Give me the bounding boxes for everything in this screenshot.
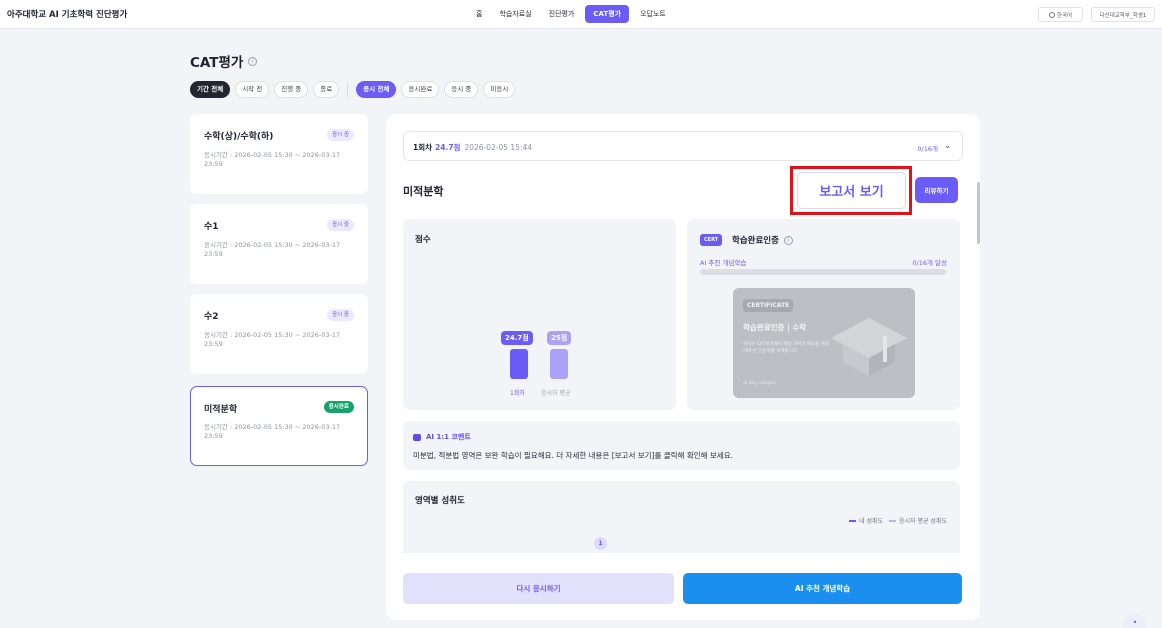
chart-legend: 내 성취도 응시자 평균 성취도: [843, 516, 947, 525]
legend-avg-label: 응시자 평균 성취도: [899, 518, 947, 525]
robot-icon: [413, 433, 421, 441]
certificate-card: CERTIFICATE 학습완료인증 | 수학 귀하는 CAT평가에서 해당 과…: [733, 288, 915, 398]
filter-period-ended[interactable]: 종료: [313, 81, 340, 98]
exam-name: 수2: [204, 312, 219, 322]
user-menu-button[interactable]: 다산대교학부_학생1: [1091, 7, 1155, 22]
exam-card-selected[interactable]: 미적분학 응시완료 응시기간 : 2026-02-05 15:30 ~ 2026…: [190, 386, 368, 466]
avg-score-bar: [550, 349, 568, 379]
legend-line-avg: [889, 519, 897, 522]
cert-title-text: 학습완료인증: [732, 236, 779, 246]
brand-title[interactable]: 아주대학교 AI 기초학력 진단평가: [7, 8, 127, 20]
review-button[interactable]: 리뷰하기: [915, 177, 958, 203]
certification-panel: CERT 학습완료인증 i AI 추천 개념학습 0/16개 달성 CERTIF…: [687, 219, 960, 410]
info-icon[interactable]: i: [248, 56, 258, 66]
legend-mine-label: 내 성취도: [859, 518, 884, 525]
my-score-category: 1회차: [510, 390, 525, 397]
round-label: 1회차 24.7점 2026-02-05 15:44: [413, 142, 532, 153]
ai-study-button[interactable]: AI 추천 개념학습: [683, 573, 962, 604]
avg-score-label: 25점: [547, 331, 572, 345]
nav-diagnostic[interactable]: 진단평가: [543, 5, 581, 23]
certificate-brand: ai day campus: [743, 381, 776, 386]
score-panel: 점수 24.7점 25점 1회차 응시자 평균: [403, 219, 676, 410]
exam-card[interactable]: 수1 응시 중 응시기간 : 2026-02-05 15:30 ~ 2026-0…: [190, 204, 368, 284]
area-achievement-heading: 영역별 성취도: [415, 496, 465, 506]
status-badge: 응시 중: [327, 129, 354, 141]
exam-period: 응시기간 : 2026-02-05 15:30 ~ 2026-03-17 23:…: [204, 241, 341, 258]
my-score-label: 24.7점: [501, 331, 533, 345]
filter-divider: [347, 82, 349, 97]
subject-title: 미적분학: [403, 185, 444, 198]
globe-icon: [1048, 11, 1055, 18]
filter-period-before[interactable]: 시작 전: [235, 81, 270, 98]
floating-help-button[interactable]: •: [1123, 614, 1147, 628]
status-badge: 응시완료: [323, 401, 354, 413]
exam-period: 응시기간 : 2026-02-05 15:30 ~ 2026-03-17 23:…: [204, 423, 341, 440]
avg-score-category: 응시자 평균: [541, 390, 571, 397]
exam-detail-panel: 1회차 24.7점 2026-02-05 15:44 0/16개 ⌄ 미적분학 …: [386, 114, 980, 620]
exam-card[interactable]: 수학(상)/수학(하) 응시 중 응시기간 : 2026-02-05 15:30…: [190, 114, 368, 194]
exam-name: 수1: [204, 222, 219, 232]
page-title-text: CAT평가: [190, 55, 244, 71]
graduation-cap-icon: [831, 318, 907, 376]
page-title: CAT평가 i: [190, 51, 258, 71]
retake-button[interactable]: 다시 응시하기: [403, 573, 674, 604]
filter-status-not-taken[interactable]: 미응시: [483, 81, 516, 98]
legend-avg: 응시자 평균 성취도: [889, 516, 947, 525]
exam-name: 수학(상)/수학(하): [204, 132, 274, 142]
top-header: 아주대학교 AI 기초학력 진단평가 홈 학습자료실 진단평가 CAT평가 오답…: [0, 0, 1162, 29]
exam-card[interactable]: 수2 응시 중 응시기간 : 2026-02-05 15:30 ~ 2026-0…: [190, 294, 368, 374]
filter-bar: 기간 전체 시작 전 진행 중 종료 응시 전체 응시완료 응시 중 미응시: [190, 81, 520, 98]
ai-comment-heading-text: AI 1:1 코멘트: [426, 433, 471, 441]
filter-status-in-progress[interactable]: 응시 중: [444, 81, 479, 98]
legend-mine: 내 성취도: [849, 516, 883, 525]
nav-wrong-answer-note[interactable]: 오답노트: [634, 5, 672, 23]
round-count: 0/16개: [917, 145, 938, 153]
filter-period-ongoing[interactable]: 진행 중: [274, 81, 309, 98]
cert-progress-text: 0/16개 달성: [912, 259, 947, 267]
certificate-tag: CERTIFICATE: [743, 299, 794, 312]
round-select[interactable]: 1회차 24.7점 2026-02-05 15:44 0/16개 ⌄: [403, 131, 963, 161]
nav-home[interactable]: 홈: [470, 5, 488, 23]
ai-comment-text: 미분법, 적분법 영역은 보완 학습이 필요해요. 더 자세한 내용은 [보고서…: [413, 451, 733, 460]
cert-title: 학습완료인증 i: [732, 234, 793, 246]
ai-comment-heading: AI 1:1 코멘트: [413, 432, 471, 442]
nav-study-materials[interactable]: 학습자료실: [493, 5, 537, 23]
exam-period: 응시기간 : 2026-02-05 15:30 ~ 2026-03-17 23:…: [204, 331, 341, 348]
chevron-down-icon: ⌄: [944, 141, 951, 150]
ai-comment-panel: AI 1:1 코멘트 미분법, 적분법 영역은 보완 학습이 필요해요. 더 자…: [403, 421, 960, 470]
language-button[interactable]: 한국어: [1038, 7, 1083, 22]
area-achievement-panel: 영역별 성취도 내 성취도 응시자 평균 성취도 1: [403, 481, 960, 553]
status-badge: 응시 중: [327, 219, 354, 231]
filter-period-all[interactable]: 기간 전체: [190, 81, 231, 98]
scrollbar[interactable]: [977, 182, 980, 244]
info-icon[interactable]: i: [783, 235, 793, 245]
main-nav: 홈 학습자료실 진단평가 CAT평가 오답노트: [470, 5, 677, 23]
exam-name: 미적분학: [204, 405, 238, 415]
report-button[interactable]: 보고서 보기: [797, 172, 906, 209]
exam-period: 응시기간 : 2026-02-05 15:30 ~ 2026-03-17 23:…: [204, 151, 341, 168]
round-number: 1회차: [413, 143, 433, 152]
nav-cat[interactable]: CAT평가: [585, 5, 630, 23]
score-heading: 점수: [415, 235, 431, 245]
help-icon: •: [1132, 618, 1138, 627]
cert-tag: CERT: [700, 234, 723, 246]
certificate-desc: 귀하는 CAT평가에서 해당 과목의 학습을 완료하여 본 인증서를 수여합니다…: [743, 342, 830, 354]
my-score-bar: [510, 349, 528, 379]
language-label: 한국어: [1056, 12, 1073, 19]
area-point-marker: 1: [594, 537, 607, 550]
filter-status-all[interactable]: 응시 전체: [356, 81, 397, 98]
round-date: 2026-02-05 15:44: [464, 143, 533, 152]
legend-line-mine: [849, 519, 857, 522]
filter-status-completed[interactable]: 응시완료: [401, 81, 440, 98]
cert-progress-bar: [700, 269, 946, 275]
round-score: 24.7점: [435, 143, 461, 152]
cert-sub: AI 추천 개념학습: [700, 259, 747, 267]
certificate-title: 학습완료인증 | 수학: [743, 323, 807, 332]
status-badge: 응시 중: [327, 309, 354, 321]
